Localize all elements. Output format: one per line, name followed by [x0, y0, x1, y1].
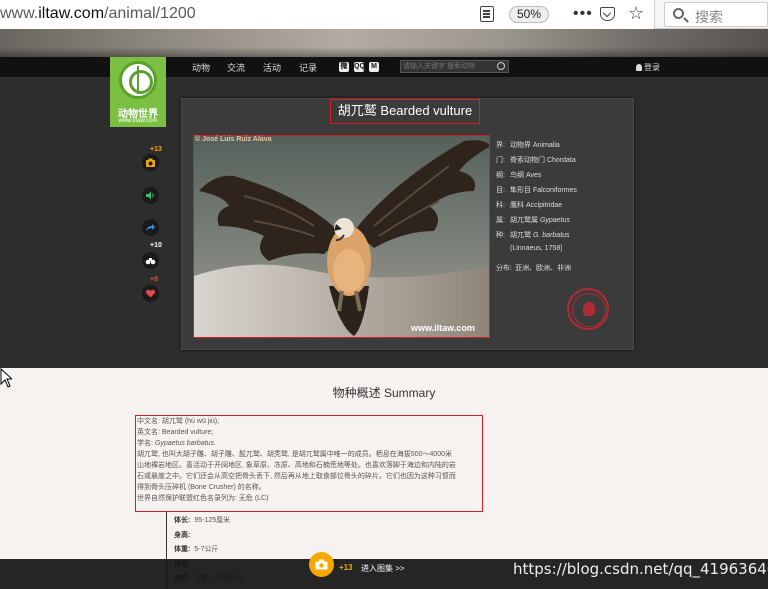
zoom-level-badge[interactable]: 50%: [509, 6, 549, 23]
taxonomy-row: 属: 胡兀鹫属 Gypaetus: [496, 217, 570, 224]
csdn-watermark: https://blog.csdn.net/qq_41963640: [513, 560, 768, 578]
summary-line: 中文名: 胡兀鹫 (hú wū jiù);: [137, 418, 220, 425]
nav-item-animals[interactable]: 动物: [192, 61, 210, 74]
logo-emblem-icon: [119, 61, 157, 99]
site-search-box: [400, 60, 509, 73]
taxonomy-row: 科: 鹰科 Accipitridae: [496, 202, 563, 209]
url-bar[interactable]: www.iltaw.com/animal/1200 50% ••• ☆: [0, 0, 655, 29]
bookmark-star-icon[interactable]: ☆: [628, 3, 644, 24]
qq-icon[interactable]: QQ: [354, 62, 365, 72]
binoculars-button[interactable]: [142, 252, 159, 269]
scientific-name: Gypaetus barbatus.: [154, 440, 216, 447]
summary-line: 得到骨头压碎机 (Bone Crusher) 的名称。: [137, 484, 266, 491]
photo-count: +13: [150, 146, 162, 153]
search-icon: [673, 8, 684, 19]
heart-icon: [145, 289, 156, 298]
summary-line: 学名: Gypaetus barbatus.: [137, 440, 216, 447]
taxonomy-row: 种: 胡兀鹫 G. barbatus: [496, 232, 570, 239]
enter-gallery-link[interactable]: 进入图集 >>: [361, 563, 405, 574]
camera-button[interactable]: [142, 154, 159, 171]
user-icon: [636, 64, 642, 71]
photo-watermark: www.iltaw.com: [411, 323, 475, 333]
summary-line: 山地裸岩地区。喜活动于开阔地区, 象草原、冻原、高地和石楠荒地等处。也喜欢落脚于…: [137, 462, 456, 469]
taxonomy-row: 纲: 鸟纲 Aves: [496, 172, 542, 179]
summary-line: 世界自然保护联盟红色名录列为: 无危 (LC): [137, 495, 269, 502]
taxonomy-row: (Linnaeus, 1758): [510, 245, 563, 252]
taxonomy-row: 界: 动物界 Animalia: [496, 142, 560, 149]
species-photo[interactable]: [193, 135, 490, 338]
like-button[interactable]: [142, 285, 159, 302]
camera-icon: [146, 158, 155, 167]
speaker-icon: [146, 191, 154, 200]
gallery-count: +13: [339, 563, 353, 572]
fact-row: 体长: 95-125厘米: [174, 517, 231, 524]
sighting-count: +10: [150, 242, 162, 249]
reader-view-icon[interactable]: [480, 6, 494, 22]
site-search-input[interactable]: [403, 61, 493, 72]
site-search-icon[interactable]: [497, 62, 505, 70]
summary-line: 胡兀鹫, 也叫大胡子雕、胡子雕、髭兀鹫、胡秃鹫, 是胡兀鹫属中唯一的成员。栖息在…: [137, 451, 453, 458]
more-actions-icon[interactable]: •••: [573, 6, 593, 22]
logo-url: www.iltaw.com: [118, 118, 158, 124]
url-text[interactable]: www.iltaw.com/animal/1200: [0, 5, 196, 23]
browser-toolbar: www.iltaw.com/animal/1200 50% ••• ☆ 搜索: [0, 0, 768, 29]
pocket-icon[interactable]: [600, 7, 615, 21]
bird-stamp-seal-icon: [567, 288, 609, 330]
species-title: 胡兀鹫 Bearded vulture: [330, 99, 480, 124]
taxonomy-row: 门: 脊索动物门 Chordata: [496, 157, 576, 164]
gallery-camera-button[interactable]: [309, 552, 334, 577]
header-banner-image: [0, 29, 768, 57]
summary-heading: 物种概述 Summary: [332, 386, 436, 400]
binoculars-icon: [145, 258, 156, 265]
like-count: +8: [150, 276, 158, 283]
browser-search-input[interactable]: 搜索: [664, 2, 768, 27]
weibo-icon[interactable]: 微: [339, 62, 349, 72]
share-button[interactable]: [142, 219, 159, 236]
camera-icon: [315, 559, 328, 570]
vulture-photo-illustration: [194, 136, 489, 337]
m-icon[interactable]: M: [369, 62, 379, 72]
distribution-row: 分布: 亚洲、欧洲、非洲: [496, 265, 571, 272]
summary-line: 石或悬崖之中。它们还会从高空把骨头丢下, 然后再从地上取食部位骨头的碎片。它们也…: [137, 473, 456, 480]
summary-line: 英文名: Bearded vulture;: [137, 429, 214, 436]
nav-item-community[interactable]: 交流: [227, 61, 245, 74]
nav-item-records[interactable]: 记录: [299, 61, 317, 74]
sound-button[interactable]: [142, 187, 159, 204]
login-link[interactable]: 登录: [636, 62, 660, 73]
fact-row: 体重: 5-7公斤: [174, 546, 219, 553]
taxonomy-row: 目: 隼形目 Falconiformes: [496, 187, 577, 194]
site-logo[interactable]: 动物世界 www.iltaw.com: [110, 57, 166, 127]
fact-row: 身高:: [174, 531, 191, 539]
summary-text: 中文名: 胡兀鹫 (hú wū jiù); 英文名: Bearded vultu…: [135, 415, 483, 512]
search-placeholder: 搜索: [695, 9, 723, 25]
share-arrow-icon: [146, 224, 155, 231]
photo-credit: © José Luis Ruiz Alava: [195, 136, 272, 143]
nav-item-events[interactable]: 活动: [263, 61, 281, 74]
